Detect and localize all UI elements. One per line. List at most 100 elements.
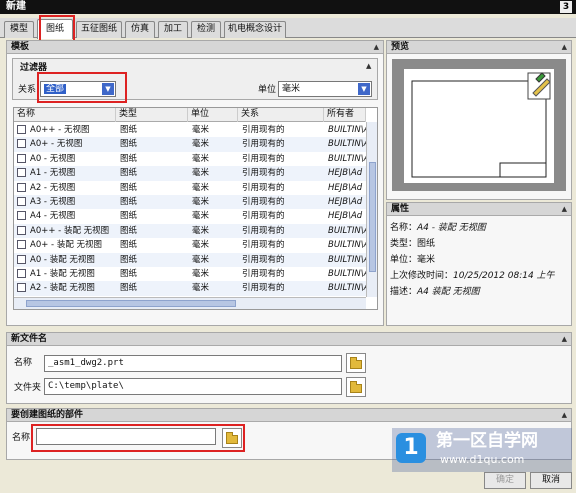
table-row[interactable]: A0++ - 装配 无视图 图纸 毫米 引用现有的 BUILTIN\A [14,223,366,239]
chevron-down-icon[interactable]: ▼ [358,83,370,95]
table-row[interactable]: A2 - 无视图 图纸 毫米 引用现有的 HEJB\Ad [14,181,366,195]
collapse-caret-icon[interactable]: ▲ [562,203,567,215]
browse-name-button[interactable] [346,353,366,373]
table-row[interactable]: A0 - 装配 无视图 图纸 毫米 引用现有的 BUILTIN\A [14,252,366,267]
browse-part-button[interactable] [222,428,242,448]
property-label: 名称： [390,223,418,233]
cell-name: A3 - 无视图 [30,197,76,207]
tab-inspection[interactable]: 检测 [191,21,221,38]
drawing-template-icon [17,197,26,206]
cell-type: 图纸 [120,125,138,135]
cell-type: 图纸 [120,211,138,222]
table-row[interactable]: A4 - 无视图 图纸 毫米 引用现有的 HEJB\Ad [14,209,366,223]
tab-wuzheng-drawing[interactable]: 五征图纸 [76,21,122,38]
table-row[interactable]: A3 - 无视图 图纸 毫米 引用现有的 HEJB\Ad [14,195,366,210]
table-row[interactable]: A0+ - 装配 无视图 图纸 毫米 引用现有的 BUILTIN\A [14,238,366,252]
cell-type: 图纸 [120,182,138,193]
preview-section-header[interactable]: 预览 ▲ [387,41,571,54]
new-file-header-label: 新文件名 [11,334,48,344]
folder-icon [226,432,238,444]
drawing-template-icon [17,139,26,149]
chevron-down-icon[interactable]: ▼ [102,83,114,95]
table-row[interactable]: A0 - 无视图 图纸 毫米 引用现有的 BUILTIN\A [14,152,366,166]
table-row[interactable]: A0++ - 无视图 图纸 毫米 引用现有的 BUILTIN\A [14,123,366,137]
cancel-button[interactable]: 取消 [530,472,572,489]
cell-type: 图纸 [120,153,138,164]
cell-unit: 毫米 [192,182,210,193]
table-row[interactable]: A0+ - 无视图 图纸 毫米 引用现有的 BUILTIN\A [14,137,366,152]
cell-owner: BUILTIN\A [328,269,366,279]
relation-select[interactable]: 全部 ▼ [40,81,116,97]
column-header-name[interactable]: 名称 [14,108,116,122]
unit-select[interactable]: 毫米 ▼ [278,81,372,97]
cell-relation: 引用现有的 [242,211,285,222]
template-table: 名称 类型 单位 关系 所有者 A0++ - 无视图 图纸 毫米 引用现有的 BUILT… [13,107,378,310]
cell-relation: 引用现有的 [242,125,285,135]
cell-name: A2 - 装配 无视图 [30,283,95,294]
cell-relation: 引用现有的 [242,168,285,179]
cell-unit: 毫米 [192,168,210,179]
tab-mechatronics[interactable]: 机电概念设计 [224,21,286,38]
cell-unit: 毫米 [192,125,210,135]
scrollbar-thumb[interactable] [26,300,236,307]
close-button[interactable]: 3 [560,1,572,13]
template-section-header[interactable]: 模板 ▲ [7,41,383,54]
drawing-template-icon [17,211,26,221]
cell-owner: HEJB\Ad [328,182,363,193]
property-value: 毫米 [417,255,436,265]
tab-model[interactable]: 模型 [4,21,34,38]
preview-thumbnail [392,59,566,191]
properties-section-header[interactable]: 属性 ▲ [387,203,571,216]
cell-name: A0 - 无视图 [30,153,76,164]
part-section-header[interactable]: 要创建图纸的部件 ▲ [7,409,571,422]
cell-type: 图纸 [120,269,138,279]
cell-relation: 引用现有的 [242,225,285,236]
cell-unit: 毫米 [192,197,210,207]
drawing-template-icon [17,240,26,250]
ok-button[interactable]: 确定 [484,472,526,489]
property-name: 名称：A4 - 装配 无视图 [390,222,486,234]
part-header-label: 要创建图纸的部件 [11,410,84,420]
horizontal-scrollbar[interactable] [14,297,366,309]
cell-relation: 引用现有的 [242,283,285,294]
browse-folder-button[interactable] [346,377,366,397]
cell-type: 图纸 [120,139,138,150]
collapse-caret-icon[interactable]: ▲ [374,41,379,53]
cell-type: 图纸 [120,197,138,207]
folder-input[interactable]: C:\temp\plate\ [44,378,342,395]
table-row[interactable]: A1 - 装配 无视图 图纸 毫米 引用现有的 BUILTIN\A [14,267,366,281]
collapse-caret-icon[interactable]: ▲ [562,333,567,345]
scrollbar-thumb[interactable] [369,162,376,272]
cell-unit: 毫米 [192,240,210,251]
column-header-unit[interactable]: 单位 [188,108,238,122]
cell-name: A0+ - 装配 无视图 [30,240,103,251]
cell-name: A0++ - 无视图 [30,125,90,135]
property-label: 上次修改时间： [390,271,454,281]
vertical-scrollbar[interactable] [366,122,377,297]
property-description: 描述：A4 装配 无视图 [390,286,480,298]
cell-owner: HEJB\Ad [328,211,363,222]
drawing-sheet-preview-icon [404,69,554,183]
tab-manufacturing[interactable]: 加工 [158,21,188,38]
cell-name: A1 - 无视图 [30,168,76,179]
collapse-caret-icon[interactable]: ▲ [562,41,567,53]
cell-name: A0+ - 无视图 [30,139,83,150]
tab-drawing[interactable]: 图纸 [37,19,73,39]
cell-owner: BUILTIN\A [328,240,366,251]
new-file-section-header[interactable]: 新文件名 ▲ [7,333,571,346]
part-name-input[interactable] [36,428,216,445]
property-label: 单位： [390,255,418,265]
table-row[interactable]: A2 - 装配 无视图 图纸 毫米 引用现有的 BUILTIN\A [14,281,366,296]
collapse-caret-icon[interactable]: ▲ [562,409,567,421]
table-row[interactable]: A1 - 无视图 图纸 毫米 引用现有的 HEJB\Ad [14,166,366,181]
cell-name: A1 - 装配 无视图 [30,269,95,279]
folder-icon [350,357,362,369]
column-header-type[interactable]: 类型 [116,108,188,122]
tab-simulation[interactable]: 仿真 [125,21,155,38]
tab-bar: 模型 图纸 五征图纸 仿真 加工 检测 机电概念设计 [0,18,576,39]
column-header-owner[interactable]: 所有者 [324,108,366,122]
filter-header: 过滤器 [20,63,48,73]
property-value: A4 - 装配 无视图 [417,223,486,233]
file-name-input[interactable]: _asm1_dwg2.prt [44,355,342,372]
column-header-relation[interactable]: 关系 [238,108,324,122]
